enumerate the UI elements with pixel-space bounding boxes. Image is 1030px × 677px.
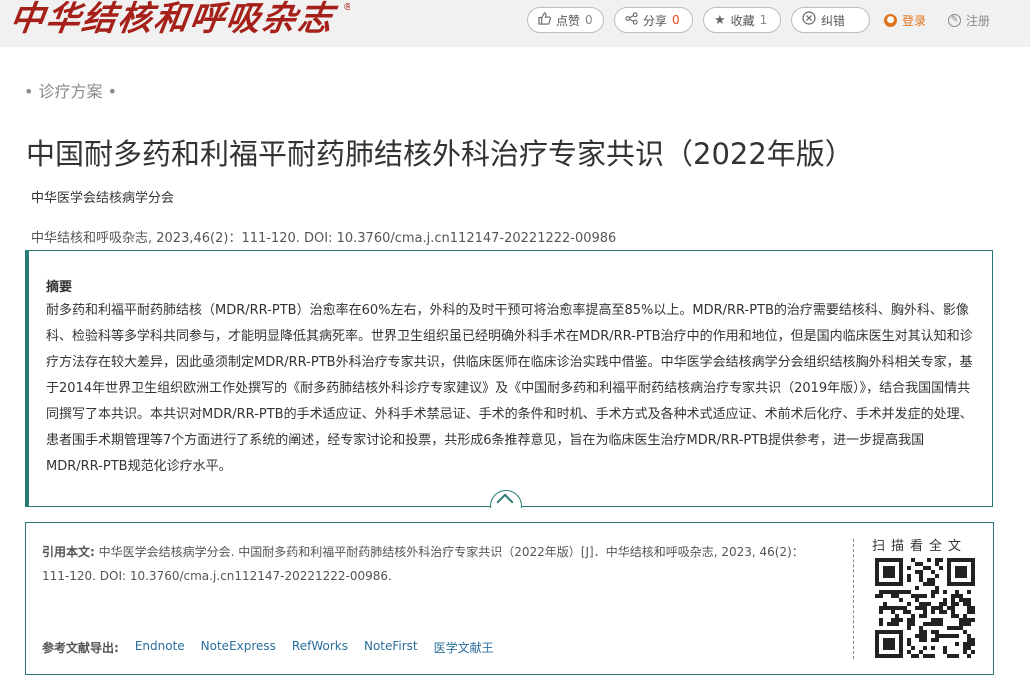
star-icon: ★ xyxy=(714,12,726,28)
register-label: 注册 xyxy=(966,14,991,28)
share-label: 分享 xyxy=(643,13,668,28)
user-icon: ● xyxy=(884,14,897,27)
abstract-heading: 摘要 xyxy=(46,280,73,295)
share-count: 0 xyxy=(672,13,680,27)
collapse-abstract-button[interactable] xyxy=(490,490,522,508)
abstract-text: 耐多药和利福平耐药肺结核（MDR/RR-PTB）治愈率在60%左右，外科的及时干… xyxy=(46,303,973,474)
logo-text: 中华结核和呼吸杂志 xyxy=(10,0,337,39)
error-correct-icon xyxy=(802,11,816,29)
qr-label: 扫描看全文 xyxy=(872,539,968,554)
journal-logo[interactable]: 中华结核和呼吸杂志 ® xyxy=(10,0,350,47)
edit-icon: ✎ xyxy=(948,14,961,27)
export-notefirst[interactable]: NoteFirst xyxy=(364,639,418,656)
export-yixuewenxianwang[interactable]: 医学文献王 xyxy=(434,639,494,656)
cite-text: 引用本文: 中华医学会结核病学分会. 中国耐多药和利福平耐药肺结核外科治疗专家共… xyxy=(42,540,822,588)
share-button[interactable]: 分享 0 xyxy=(614,7,693,33)
section-label: • 诊疗方案 • xyxy=(24,82,118,101)
citation-line: 中华结核和呼吸杂志, 2023,46(2)：111-120. DOI: 10.3… xyxy=(31,231,617,246)
cite-label: 引用本文: xyxy=(42,545,95,559)
correct-label: 纠错 xyxy=(821,13,846,28)
correct-button[interactable]: 纠错 xyxy=(791,7,870,33)
cite-body: 中华医学会结核病学分会. 中国耐多药和利福平耐药肺结核外科治疗专家共识（2022… xyxy=(42,545,804,583)
like-count: 0 xyxy=(585,13,593,27)
favorite-button[interactable]: ★ 收藏 1 xyxy=(703,7,781,33)
like-label: 点赞 xyxy=(556,13,581,28)
registered-mark: ® xyxy=(343,2,350,13)
export-noteexpress[interactable]: NoteExpress xyxy=(201,639,276,656)
thumbs-up-icon xyxy=(538,11,551,29)
register-link[interactable]: ✎ 注册 xyxy=(948,12,990,29)
qr-divider xyxy=(853,539,854,659)
qr-code-icon xyxy=(875,558,975,658)
share-icon xyxy=(625,11,638,29)
abstract-box: 摘要 耐多药和利福平耐药肺结核（MDR/RR-PTB）治愈率在60%左右，外科的… xyxy=(25,250,993,507)
like-button[interactable]: 点赞 0 xyxy=(527,7,604,33)
export-label: 参考文献导出: xyxy=(42,641,119,655)
article-title: 中国耐多药和利福平耐药肺结核外科治疗专家共识（2022年版） xyxy=(26,137,854,171)
export-links: 参考文献导出: Endnote NoteExpress RefWorks Not… xyxy=(42,639,494,656)
export-endnote[interactable]: Endnote xyxy=(135,639,185,656)
favorite-count: 1 xyxy=(759,13,768,27)
login-label: 登录 xyxy=(902,14,927,28)
article-author[interactable]: 中华医学会结核病学分会 xyxy=(31,187,174,206)
top-bar: 中华结核和呼吸杂志 ® 点赞 0 分享 0 ★ 收藏 1 纠错 ● 登录 ✎ 注… xyxy=(0,0,1030,47)
login-link[interactable]: ● 登录 xyxy=(884,12,926,29)
export-refworks[interactable]: RefWorks xyxy=(292,639,348,656)
cite-box: 引用本文: 中华医学会结核病学分会. 中国耐多药和利福平耐药肺结核外科治疗专家共… xyxy=(25,522,994,675)
favorite-label: 收藏 xyxy=(730,13,755,28)
